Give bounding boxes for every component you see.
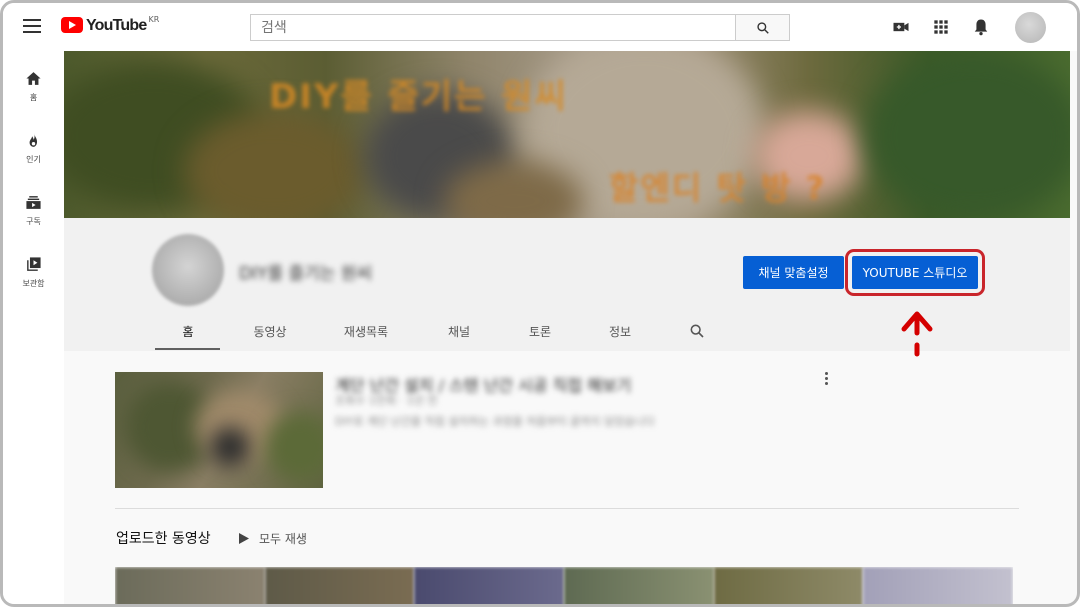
annotation-arrow-icon: [901, 311, 933, 357]
subscriptions-icon: [26, 196, 41, 209]
youtube-logo[interactable]: YouTube KR: [61, 15, 160, 34]
home-icon: [26, 72, 41, 85]
sidebar-item-label: 구독: [26, 217, 41, 226]
sidebar: 홈 인기 구독 보관함: [3, 51, 64, 604]
video-thumbnail[interactable]: [863, 567, 1013, 604]
video-thumbnail[interactable]: [264, 567, 415, 604]
top-bar: YouTube KR: [3, 3, 1077, 51]
uploads-section-title[interactable]: 업로드한 동영상: [116, 528, 211, 548]
tab-playlists[interactable]: 재생목록: [340, 323, 392, 340]
channel-banner: DIY를 즐기는 원씨 할엔디 탓 방 ?: [64, 51, 1070, 218]
featured-video-meta: 조회수 1만회 · 1년 전: [335, 394, 438, 407]
play-all-label: 모두 재생: [259, 532, 307, 546]
search-button[interactable]: [735, 14, 790, 41]
browser-frame: YouTube KR 검색 홈 인기 구독 보관함 DIY를 즐기는 원씨 할엔…: [0, 0, 1080, 607]
banner-text-bottom: 할엔디 탓 방 ?: [609, 169, 827, 207]
play-icon: [239, 533, 249, 544]
video-thumbnail[interactable]: [713, 567, 864, 604]
featured-video-description: DIY로 계단 난간을 직접 설치하는 과정을 처음부터 끝까지 담았습니다: [335, 415, 655, 428]
hamburger-menu-icon[interactable]: [23, 19, 41, 33]
studio-button-highlight: YOUTUBE 스튜디오: [845, 249, 985, 296]
bell-icon[interactable]: [971, 17, 991, 37]
tab-channels[interactable]: 채널: [446, 323, 472, 340]
tab-videos[interactable]: 동영상: [250, 323, 290, 340]
video-camera-icon[interactable]: [891, 17, 911, 37]
library-icon: [27, 257, 41, 271]
sidebar-item-subscriptions[interactable]: 구독: [3, 194, 64, 227]
logo-text: YouTube: [86, 17, 147, 34]
channel-search-icon[interactable]: [689, 323, 705, 339]
search-icon: [757, 22, 769, 34]
sidebar-item-library[interactable]: 보관함: [3, 256, 64, 289]
sidebar-item-trending[interactable]: 인기: [3, 132, 64, 165]
tab-home[interactable]: 홈: [181, 323, 195, 340]
uploads-thumbnail-strip: [115, 567, 1013, 604]
banner-text-top: DIY를 즐기는 원씨: [269, 77, 568, 117]
play-all-button[interactable]: 모두 재생: [239, 530, 307, 547]
search-input[interactable]: [250, 14, 736, 41]
section-divider: [115, 508, 1019, 509]
video-thumbnail[interactable]: [414, 567, 565, 604]
video-thumbnail[interactable]: [115, 567, 265, 604]
video-thumbnail[interactable]: [564, 567, 714, 604]
channel-avatar[interactable]: [152, 234, 224, 306]
more-options-icon[interactable]: [823, 372, 829, 388]
youtube-studio-button[interactable]: YOUTUBE 스튜디오: [852, 256, 978, 289]
tab-about[interactable]: 정보: [607, 323, 633, 340]
sidebar-item-home[interactable]: 홈: [3, 70, 64, 103]
account-avatar[interactable]: [1015, 12, 1046, 43]
sidebar-item-label: 홈: [29, 93, 38, 102]
customize-channel-button[interactable]: 채널 맞춤설정: [743, 256, 844, 289]
apps-grid-icon[interactable]: [931, 17, 951, 37]
sidebar-item-label: 보관함: [22, 279, 45, 288]
featured-video-thumbnail[interactable]: [115, 372, 323, 488]
channel-name: DIY를 즐기는 원씨: [239, 264, 373, 284]
logo-region: KR: [148, 15, 160, 24]
fire-icon: [29, 133, 38, 147]
sidebar-item-label: 인기: [26, 155, 41, 164]
active-tab-indicator: [155, 348, 220, 350]
tab-discussion[interactable]: 토론: [527, 323, 553, 340]
youtube-play-icon: [61, 17, 83, 33]
